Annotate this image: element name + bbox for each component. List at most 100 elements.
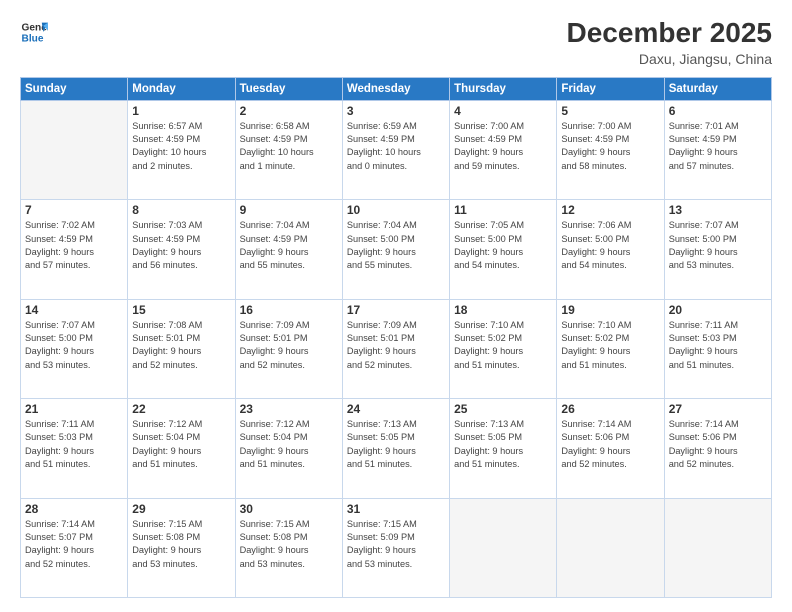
calendar-cell: 23 Sunrise: 7:12 AMSunset: 5:04 PMDayligh… (235, 399, 342, 498)
cell-info: Sunrise: 7:11 AMSunset: 5:03 PMDaylight:… (669, 319, 767, 372)
cell-info: Sunrise: 7:12 AMSunset: 5:04 PMDaylight:… (132, 418, 230, 471)
cell-info: Sunrise: 7:14 AMSunset: 5:07 PMDaylight:… (25, 518, 123, 571)
logo: General Blue (20, 18, 48, 46)
calendar-cell: 13Sunrise: 7:07 AMSunset: 5:00 PMDayligh… (664, 200, 771, 299)
cell-info: Sunrise: 7:14 AMSunset: 5:06 PMDaylight:… (669, 418, 767, 471)
calendar-cell: 19 Sunrise: 7:10 AMSunset: 5:02 PMDayligh… (557, 299, 664, 398)
day-number: 12 (561, 203, 659, 217)
calendar-header-row: SundayMondayTuesdayWednesdayThursdayFrid… (21, 77, 772, 100)
calendar-cell: 27 Sunrise: 7:14 AMSunset: 5:06 PMDayligh… (664, 399, 771, 498)
cell-info: Sunrise: 7:00 AMSunset: 4:59 PMDaylight:… (454, 120, 552, 173)
header: General Blue December 2025 Daxu, Jiangsu… (20, 18, 772, 67)
day-number: 27 (669, 402, 767, 416)
calendar-week-row: 1 Sunrise: 6:57 AMSunset: 4:59 PMDaylight… (21, 100, 772, 199)
day-number: 7 (25, 203, 123, 217)
day-number: 25 (454, 402, 552, 416)
calendar-cell: 8Sunrise: 7:03 AMSunset: 4:59 PMDaylight… (128, 200, 235, 299)
day-number: 21 (25, 402, 123, 416)
calendar-cell: 3 Sunrise: 6:59 AMSunset: 4:59 PMDaylight… (342, 100, 449, 199)
cell-info: Sunrise: 7:07 AMSunset: 5:00 PMDaylight:… (669, 219, 767, 272)
calendar-cell: 12Sunrise: 7:06 AMSunset: 5:00 PMDayligh… (557, 200, 664, 299)
calendar-week-row: 7 Sunrise: 7:02 AMSunset: 4:59 PMDaylight… (21, 200, 772, 299)
calendar-cell: 10 Sunrise: 7:04 AMSunset: 5:00 PMDayligh… (342, 200, 449, 299)
calendar-cell (664, 498, 771, 597)
day-number: 31 (347, 502, 445, 516)
cell-info: Sunrise: 7:13 AMSunset: 5:05 PMDaylight:… (454, 418, 552, 471)
day-number: 16 (240, 303, 338, 317)
title-block: December 2025 Daxu, Jiangsu, China (567, 18, 772, 67)
day-number: 8 (132, 203, 230, 217)
cell-info: Sunrise: 7:04 AMSunset: 5:00 PMDaylight:… (347, 219, 445, 272)
calendar-cell: 6 Sunrise: 7:01 AMSunset: 4:59 PMDaylight… (664, 100, 771, 199)
cell-info: Sunrise: 7:02 AMSunset: 4:59 PMDaylight:… (25, 219, 123, 272)
day-number: 28 (25, 502, 123, 516)
cell-info: Sunrise: 6:58 AMSunset: 4:59 PMDaylight:… (240, 120, 338, 173)
cell-info: Sunrise: 7:15 AMSunset: 5:08 PMDaylight:… (240, 518, 338, 571)
day-number: 24 (347, 402, 445, 416)
day-number: 15 (132, 303, 230, 317)
calendar-cell: 9Sunrise: 7:04 AMSunset: 4:59 PMDaylight… (235, 200, 342, 299)
day-header-monday: Monday (128, 77, 235, 100)
day-header-tuesday: Tuesday (235, 77, 342, 100)
calendar-cell: 11 Sunrise: 7:05 AMSunset: 5:00 PMDayligh… (450, 200, 557, 299)
cell-info: Sunrise: 7:01 AMSunset: 4:59 PMDaylight:… (669, 120, 767, 173)
day-number: 19 (561, 303, 659, 317)
calendar-cell: 21 Sunrise: 7:11 AMSunset: 5:03 PMDayligh… (21, 399, 128, 498)
calendar-cell: 14 Sunrise: 7:07 AMSunset: 5:00 PMDayligh… (21, 299, 128, 398)
day-header-wednesday: Wednesday (342, 77, 449, 100)
calendar-cell: 30Sunrise: 7:15 AMSunset: 5:08 PMDayligh… (235, 498, 342, 597)
day-number: 10 (347, 203, 445, 217)
day-number: 4 (454, 104, 552, 118)
day-number: 11 (454, 203, 552, 217)
cell-info: Sunrise: 7:11 AMSunset: 5:03 PMDaylight:… (25, 418, 123, 471)
cell-info: Sunrise: 7:12 AMSunset: 5:04 PMDaylight:… (240, 418, 338, 471)
calendar-table: SundayMondayTuesdayWednesdayThursdayFrid… (20, 77, 772, 598)
calendar-cell: 1 Sunrise: 6:57 AMSunset: 4:59 PMDaylight… (128, 100, 235, 199)
calendar-cell: 29Sunrise: 7:15 AMSunset: 5:08 PMDayligh… (128, 498, 235, 597)
calendar-week-row: 14 Sunrise: 7:07 AMSunset: 5:00 PMDayligh… (21, 299, 772, 398)
calendar-cell: 31Sunrise: 7:15 AMSunset: 5:09 PMDayligh… (342, 498, 449, 597)
calendar-cell: 4 Sunrise: 7:00 AMSunset: 4:59 PMDaylight… (450, 100, 557, 199)
cell-info: Sunrise: 7:10 AMSunset: 5:02 PMDaylight:… (561, 319, 659, 372)
day-number: 5 (561, 104, 659, 118)
cell-info: Sunrise: 7:00 AMSunset: 4:59 PMDaylight:… (561, 120, 659, 173)
cell-info: Sunrise: 7:05 AMSunset: 5:00 PMDaylight:… (454, 219, 552, 272)
calendar-cell: 5 Sunrise: 7:00 AMSunset: 4:59 PMDaylight… (557, 100, 664, 199)
calendar-cell: 22Sunrise: 7:12 AMSunset: 5:04 PMDayligh… (128, 399, 235, 498)
location-title: Daxu, Jiangsu, China (567, 51, 772, 67)
page: General Blue December 2025 Daxu, Jiangsu… (0, 0, 792, 612)
cell-info: Sunrise: 7:07 AMSunset: 5:00 PMDaylight:… (25, 319, 123, 372)
calendar-cell: 24 Sunrise: 7:13 AMSunset: 5:05 PMDayligh… (342, 399, 449, 498)
day-header-sunday: Sunday (21, 77, 128, 100)
calendar-week-row: 28 Sunrise: 7:14 AMSunset: 5:07 PMDayligh… (21, 498, 772, 597)
day-number: 23 (240, 402, 338, 416)
calendar-cell (21, 100, 128, 199)
day-number: 26 (561, 402, 659, 416)
cell-info: Sunrise: 7:09 AMSunset: 5:01 PMDaylight:… (347, 319, 445, 372)
calendar-cell: 25 Sunrise: 7:13 AMSunset: 5:05 PMDayligh… (450, 399, 557, 498)
month-title: December 2025 (567, 18, 772, 49)
cell-info: Sunrise: 7:09 AMSunset: 5:01 PMDaylight:… (240, 319, 338, 372)
svg-text:Blue: Blue (22, 33, 44, 44)
calendar-week-row: 21 Sunrise: 7:11 AMSunset: 5:03 PMDayligh… (21, 399, 772, 498)
day-number: 1 (132, 104, 230, 118)
day-number: 3 (347, 104, 445, 118)
calendar-cell: 28 Sunrise: 7:14 AMSunset: 5:07 PMDayligh… (21, 498, 128, 597)
calendar-cell: 20 Sunrise: 7:11 AMSunset: 5:03 PMDayligh… (664, 299, 771, 398)
calendar-cell: 2Sunrise: 6:58 AMSunset: 4:59 PMDaylight… (235, 100, 342, 199)
cell-info: Sunrise: 7:10 AMSunset: 5:02 PMDaylight:… (454, 319, 552, 372)
day-number: 14 (25, 303, 123, 317)
day-number: 20 (669, 303, 767, 317)
day-number: 9 (240, 203, 338, 217)
day-header-saturday: Saturday (664, 77, 771, 100)
day-number: 17 (347, 303, 445, 317)
day-number: 29 (132, 502, 230, 516)
calendar-cell: 26Sunrise: 7:14 AMSunset: 5:06 PMDayligh… (557, 399, 664, 498)
cell-info: Sunrise: 6:59 AMSunset: 4:59 PMDaylight:… (347, 120, 445, 173)
calendar-cell (557, 498, 664, 597)
cell-info: Sunrise: 7:08 AMSunset: 5:01 PMDaylight:… (132, 319, 230, 372)
cell-info: Sunrise: 6:57 AMSunset: 4:59 PMDaylight:… (132, 120, 230, 173)
day-number: 6 (669, 104, 767, 118)
cell-info: Sunrise: 7:13 AMSunset: 5:05 PMDaylight:… (347, 418, 445, 471)
calendar-cell: 7 Sunrise: 7:02 AMSunset: 4:59 PMDaylight… (21, 200, 128, 299)
